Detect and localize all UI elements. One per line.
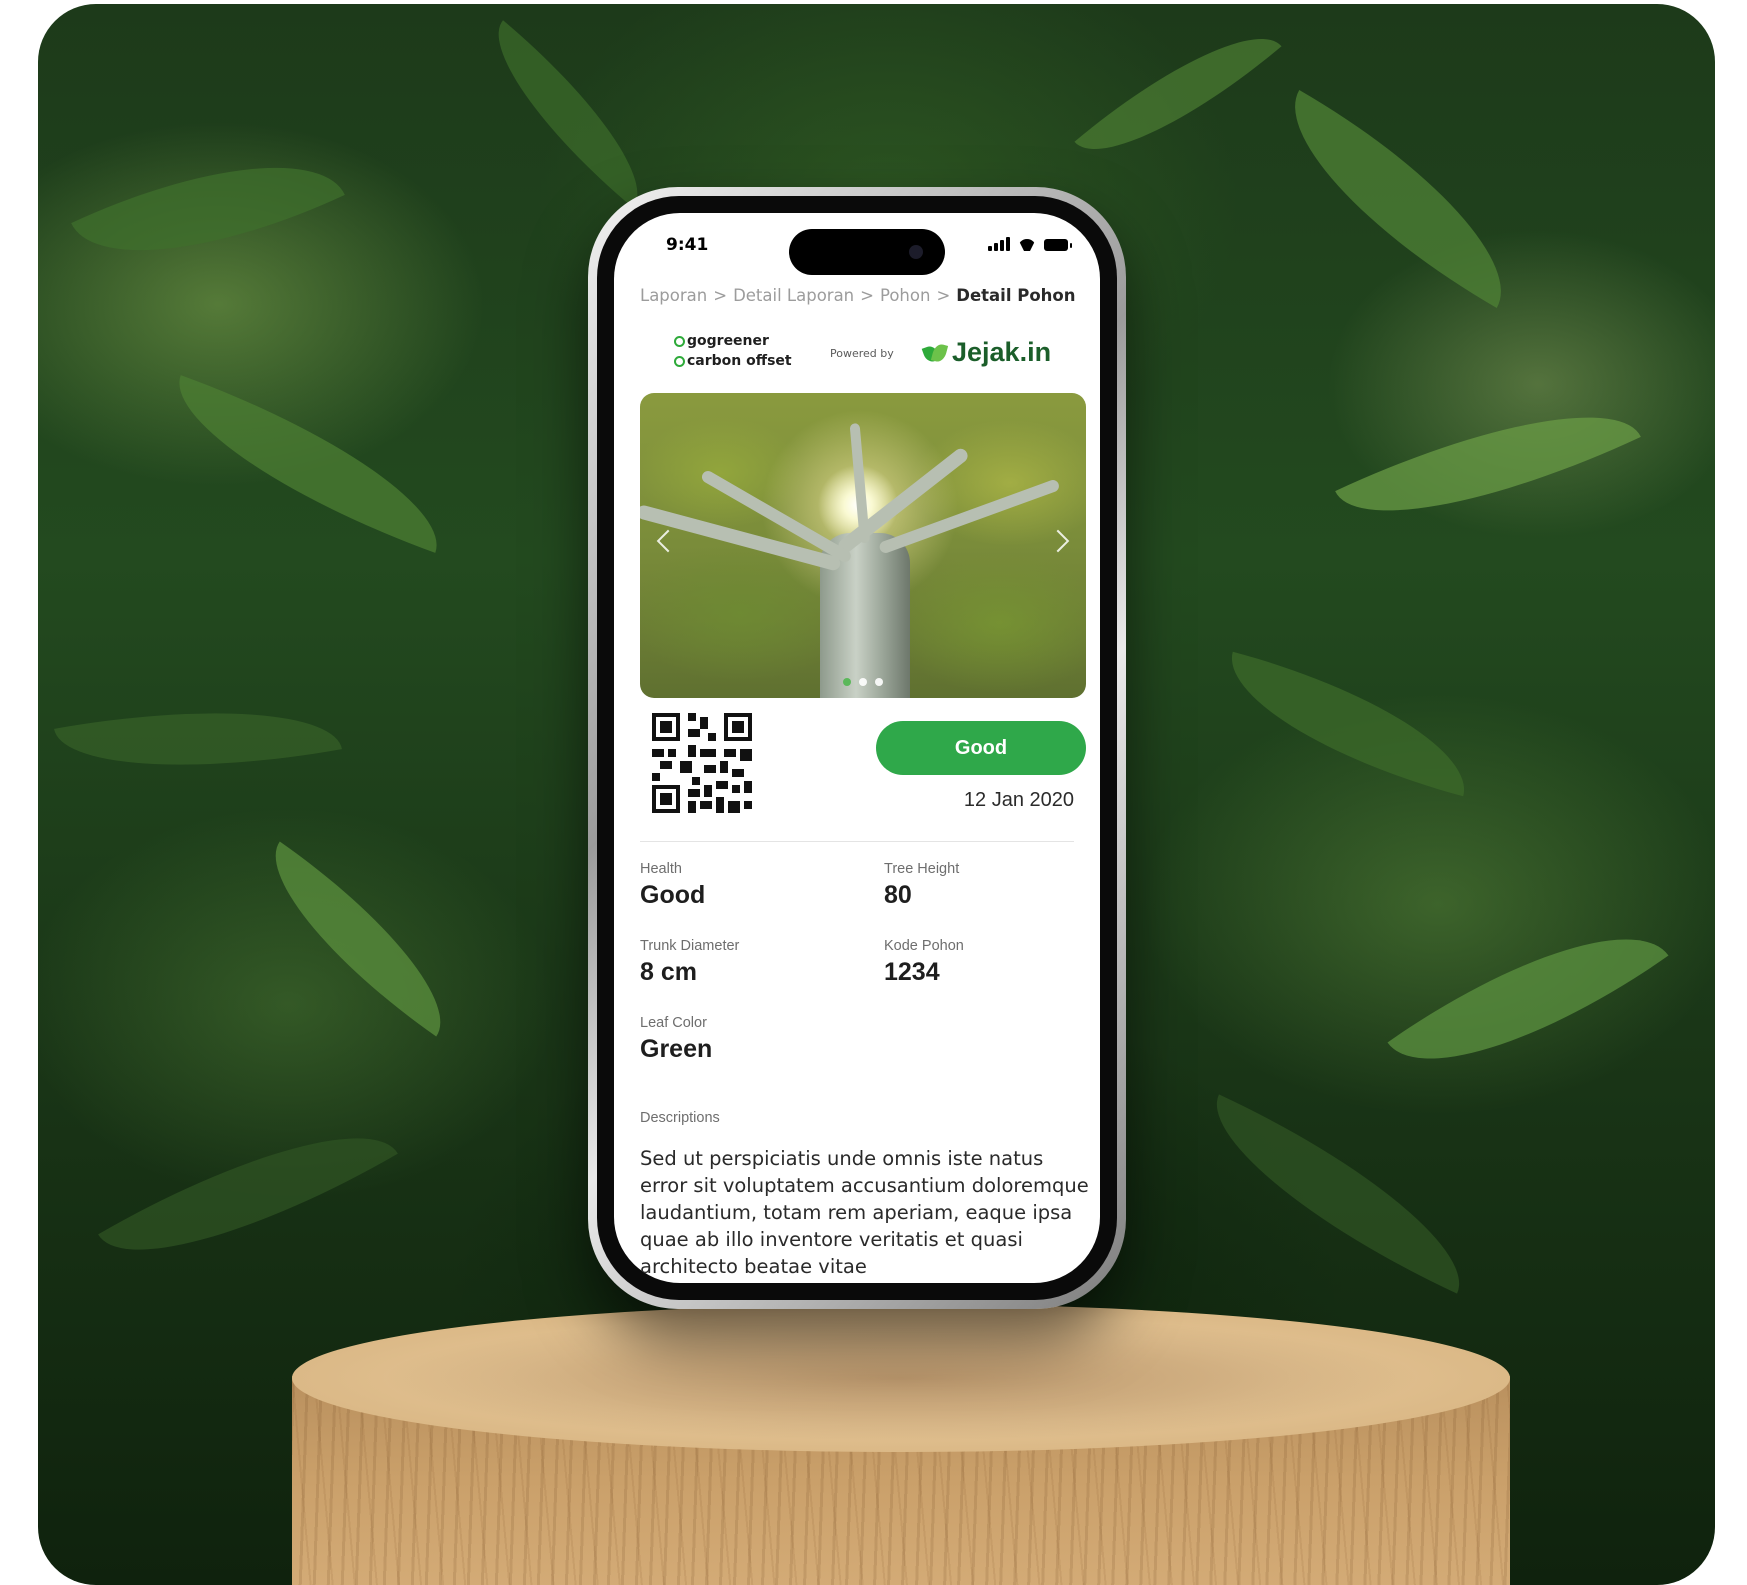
carousel-dot[interactable] [859, 678, 867, 686]
status-time: 9:41 [666, 235, 709, 255]
field-value: Good [640, 881, 706, 909]
carousel-dot[interactable] [875, 678, 883, 686]
jejak-logo: Jejak.in [924, 337, 1051, 368]
breadcrumb-separator: > [860, 286, 874, 305]
jejak-leaf-icon [924, 342, 946, 364]
powered-by-label: Powered by [830, 347, 894, 360]
dynamic-island [789, 229, 945, 275]
field-trunk-diameter: Trunk Diameter 8 cm [640, 938, 739, 987]
brand-row: gogreener carbon offset Powered by Jejak… [674, 331, 1074, 377]
field-health: Health Good [640, 861, 705, 910]
carousel-dots [843, 678, 883, 686]
gogreener-logo: gogreener carbon offset [674, 331, 792, 371]
field-value: 1234 [884, 958, 940, 986]
carousel-dot[interactable] [843, 678, 851, 686]
leaf-mark-icon [674, 355, 685, 367]
jejak-wordmark: Jejak.in [952, 337, 1052, 367]
descriptions-text: Sed ut perspiciatis unde omnis iste natu… [640, 1147, 1089, 1278]
status-icons [988, 237, 1072, 251]
field-leaf-color: Leaf Color Green [640, 1015, 712, 1064]
phone-frame: 9:41 Laporan > Detail Laporan > Pohon > … [588, 187, 1126, 1309]
chevron-left-icon[interactable] [656, 529, 680, 553]
battery-icon [1044, 239, 1072, 251]
breadcrumb-separator: > [936, 286, 951, 305]
field-value: 80 [884, 881, 912, 909]
breadcrumb-separator: > [713, 286, 728, 305]
gogreener-mark-icon [674, 335, 685, 347]
divider [640, 841, 1074, 842]
signal-icon [988, 237, 1010, 251]
health-status-badge[interactable]: Good [876, 721, 1086, 775]
app-screen: 9:41 Laporan > Detail Laporan > Pohon > … [614, 213, 1100, 1283]
breadcrumb-current: Detail Pohon [956, 286, 1076, 305]
field-label: Trunk Diameter [640, 938, 740, 954]
field-tree-height: Tree Height 80 [884, 861, 959, 910]
field-label: Tree Height [884, 861, 960, 877]
chevron-right-icon[interactable] [1046, 529, 1070, 553]
breadcrumb-laporan[interactable]: Laporan [640, 286, 707, 305]
wifi-icon [1018, 239, 1036, 251]
breadcrumb: Laporan > Detail Laporan > Pohon > Detai… [640, 286, 1076, 305]
report-date: 12 Jan 2020 [963, 789, 1074, 811]
qr-code-icon[interactable] [652, 713, 752, 813]
podium-top [292, 1304, 1510, 1452]
breadcrumb-detail-laporan[interactable]: Detail Laporan [733, 286, 854, 305]
breadcrumb-pohon[interactable]: Pohon [880, 286, 930, 305]
field-label: Health [640, 861, 682, 877]
field-value: 8 cm [640, 958, 697, 986]
field-value: Green [640, 1035, 713, 1063]
field-label: Leaf Color [640, 1015, 707, 1031]
descriptions-label: Descriptions [640, 1110, 720, 1126]
field-kode-pohon: Kode Pohon 1234 [884, 938, 964, 987]
field-label: Kode Pohon [884, 938, 964, 954]
tree-photo-carousel[interactable] [640, 393, 1086, 698]
